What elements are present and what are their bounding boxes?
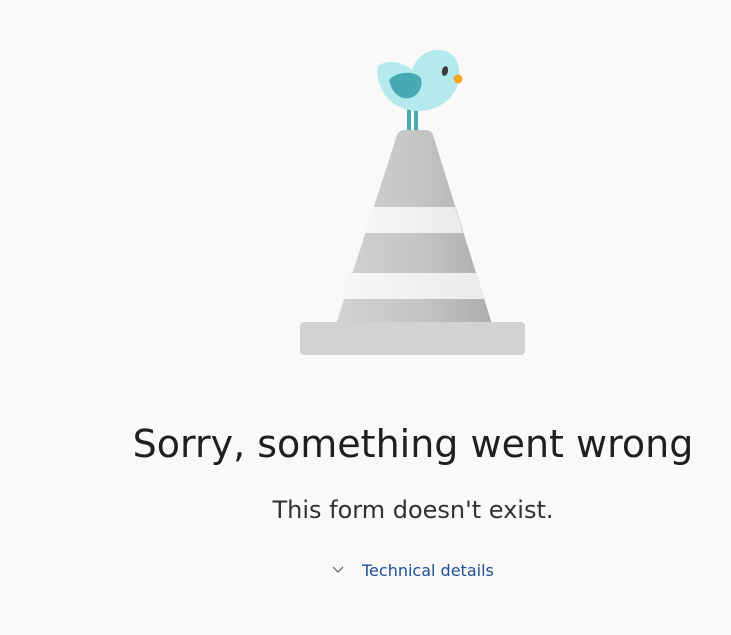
bird-on-cone-illustration — [300, 49, 525, 355]
bird — [377, 49, 463, 111]
error-message: This form doesn't exist. — [272, 496, 554, 524]
error-title: Sorry, something went wrong — [132, 422, 694, 466]
error-page: Sorry, something went wrong This form do… — [0, 0, 731, 635]
technical-details-toggle[interactable]: Technical details — [328, 556, 494, 586]
traffic-cone — [300, 130, 525, 355]
chevron-down-icon — [332, 566, 344, 573]
technical-details-label[interactable]: Technical details — [362, 556, 494, 586]
